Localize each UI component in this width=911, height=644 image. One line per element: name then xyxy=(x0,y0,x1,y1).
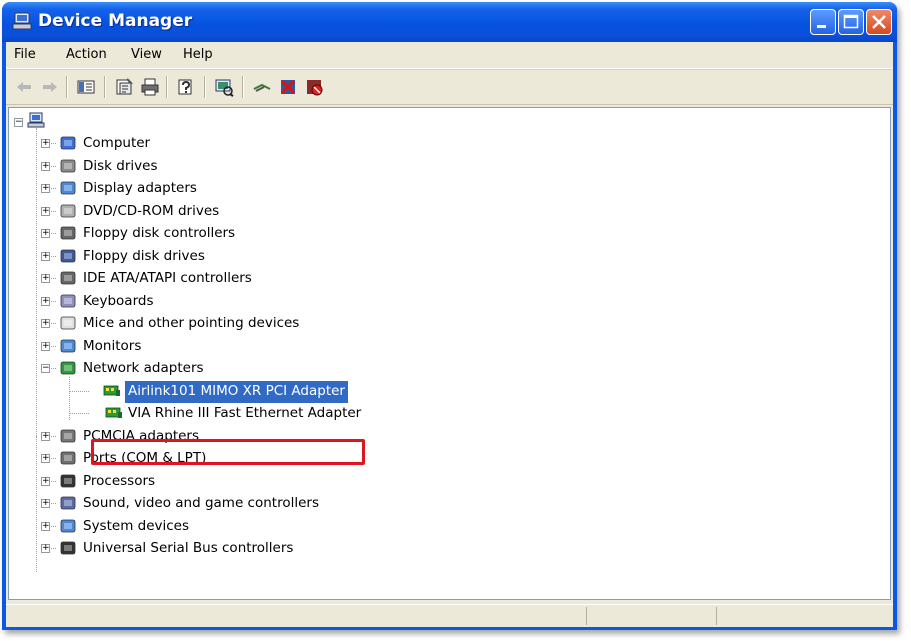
properties-icon[interactable] xyxy=(114,77,134,97)
close-button[interactable] xyxy=(866,9,892,35)
toolbar-separator xyxy=(104,76,106,98)
expand-toggle[interactable]: + xyxy=(41,206,50,216)
expand-toggle[interactable]: + xyxy=(41,296,50,306)
ide-controller-icon xyxy=(60,271,76,285)
tree-item-selected-adapter[interactable]: Airlink101 MIMO XR PCI Adapter xyxy=(125,380,348,403)
maximize-icon xyxy=(843,14,859,29)
pcmcia-icon xyxy=(60,429,76,442)
menu-help[interactable]: Help xyxy=(183,47,213,62)
tree-category-disk-drives[interactable]: Disk drives xyxy=(83,155,158,177)
toolbar-separator xyxy=(166,76,168,98)
expand-toggle[interactable]: + xyxy=(41,139,50,148)
back-arrow-icon[interactable] xyxy=(14,77,34,97)
tree-connector xyxy=(36,128,38,436)
computer-icon xyxy=(27,112,45,128)
expand-toggle[interactable]: + xyxy=(41,499,50,508)
floppy-drive-icon xyxy=(60,249,76,262)
port-icon xyxy=(60,451,76,465)
computer-icon xyxy=(60,136,76,150)
window-client-area: File Action View Help − + Computer + Dis… xyxy=(6,42,893,627)
sound-icon xyxy=(60,496,76,510)
tree-category-floppy-disk-drives[interactable]: Floppy disk drives xyxy=(83,245,205,267)
menu-file[interactable]: File xyxy=(14,47,36,62)
expand-toggle[interactable]: + xyxy=(41,319,50,328)
annotation-highlight-box xyxy=(91,439,365,465)
show-hide-console-tree-icon[interactable] xyxy=(76,77,96,97)
help-icon[interactable] xyxy=(176,77,196,97)
tree-category-computer[interactable]: Computer xyxy=(83,132,150,154)
monitor-icon xyxy=(60,339,76,352)
tree-category-universal-serial-bus-controllers[interactable]: Universal Serial Bus controllers xyxy=(83,537,293,559)
tree-category-mice-and-other-pointing-devices[interactable]: Mice and other pointing devices xyxy=(83,312,299,334)
menu-bar: File Action View Help xyxy=(6,42,893,69)
expand-toggle[interactable]: + xyxy=(41,454,50,463)
expand-toggle[interactable]: + xyxy=(41,251,50,261)
expand-toggle[interactable]: + xyxy=(41,544,50,553)
network-adapter-icon xyxy=(103,385,120,396)
collapse-root-toggle[interactable]: − xyxy=(14,118,23,127)
usb-icon xyxy=(60,541,76,555)
tree-category-floppy-disk-controllers[interactable]: Floppy disk controllers xyxy=(83,222,235,244)
tree-connector xyxy=(36,436,38,572)
expand-toggle[interactable]: + xyxy=(41,184,50,193)
mouse-icon xyxy=(60,316,76,330)
minimize-button[interactable] xyxy=(810,9,836,35)
network-adapter-icon xyxy=(60,361,76,375)
expand-toggle[interactable]: + xyxy=(41,476,50,486)
tree-category-ide-ata-atapi-controllers[interactable]: IDE ATA/ATAPI controllers xyxy=(83,267,252,289)
expand-toggle[interactable]: + xyxy=(41,341,50,351)
expand-toggle[interactable]: + xyxy=(41,431,50,441)
tree-category-dvd-cd-rom-drives[interactable]: DVD/CD-ROM drives xyxy=(83,200,219,222)
disable-icon[interactable] xyxy=(304,77,324,97)
tree-connector xyxy=(69,390,89,393)
computer-icon xyxy=(12,12,32,30)
network-adapter-icon xyxy=(105,407,122,418)
device-tree[interactable]: − + Computer + Disk drives + Display adapters… xyxy=(8,107,891,600)
dvd-drive-icon xyxy=(60,204,76,217)
tree-category-system-devices[interactable]: System devices xyxy=(83,515,189,537)
expand-toggle[interactable]: + xyxy=(41,161,50,171)
forward-arrow-icon[interactable] xyxy=(40,77,60,97)
toolbar-separator xyxy=(242,76,244,98)
tree-category-processors[interactable]: Processors xyxy=(83,470,155,492)
scan-hardware-icon[interactable] xyxy=(214,77,234,97)
status-cell-1 xyxy=(586,607,717,625)
system-device-icon xyxy=(60,519,76,532)
toolbar-separator xyxy=(66,76,68,98)
collapse-toggle[interactable]: − xyxy=(41,364,50,373)
uninstall-icon[interactable] xyxy=(278,77,298,97)
floppy-controller-icon xyxy=(60,226,76,240)
tree-category-monitors[interactable]: Monitors xyxy=(83,335,141,357)
toolbar xyxy=(6,69,893,105)
expand-toggle[interactable]: + xyxy=(41,229,50,238)
window-title: Device Manager xyxy=(38,11,193,31)
display-adapter-icon xyxy=(60,181,76,195)
tree-category-network-adapters[interactable]: Network adapters xyxy=(83,357,204,379)
minimize-icon xyxy=(817,25,826,28)
menu-action[interactable]: Action xyxy=(66,47,107,62)
processor-icon xyxy=(60,474,76,487)
tree-connector xyxy=(69,413,89,415)
update-driver-icon[interactable] xyxy=(252,77,272,97)
device-manager-window: Device Manager File Action View Help − +… xyxy=(2,2,897,630)
expand-toggle[interactable]: + xyxy=(41,274,50,283)
toolbar-separator xyxy=(204,76,206,98)
expand-toggle[interactable]: + xyxy=(41,521,50,531)
disk-drive-icon xyxy=(60,159,76,172)
tree-item-adapter[interactable]: VIA Rhine III Fast Ethernet Adapter xyxy=(128,402,361,424)
menu-view[interactable]: View xyxy=(131,47,162,62)
status-bar xyxy=(6,604,893,627)
tree-category-display-adapters[interactable]: Display adapters xyxy=(83,177,197,199)
tree-category-keyboards[interactable]: Keyboards xyxy=(83,290,154,312)
close-icon xyxy=(872,15,886,29)
print-icon[interactable] xyxy=(140,77,160,97)
tree-category-sound-video-and-game-controllers[interactable]: Sound, video and game controllers xyxy=(83,492,319,514)
maximize-button[interactable] xyxy=(838,9,864,35)
keyboard-icon xyxy=(60,294,76,307)
title-bar[interactable]: Device Manager xyxy=(2,2,897,42)
status-cell-2 xyxy=(716,607,887,625)
